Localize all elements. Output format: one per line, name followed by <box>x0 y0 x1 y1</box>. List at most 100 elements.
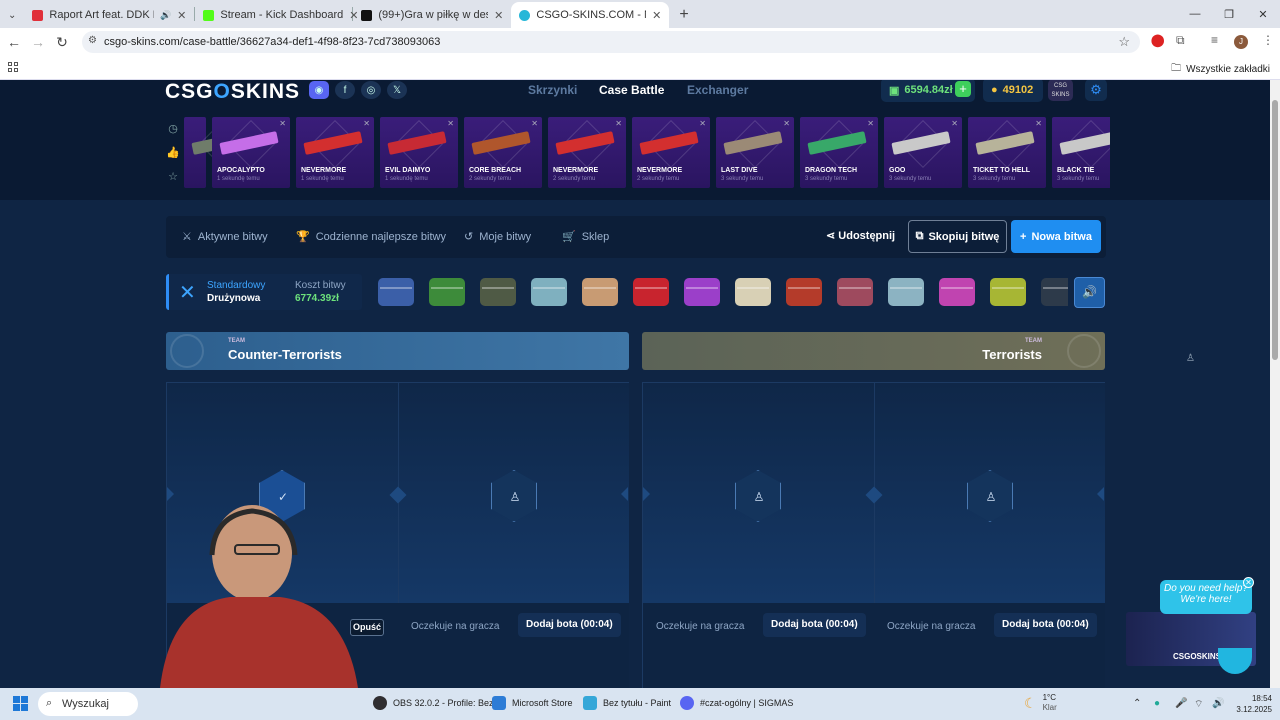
clock-icon[interactable]: ◷ <box>166 122 180 135</box>
opera-extension-icon[interactable]: ⬤ <box>1151 33 1164 47</box>
battle-case-image[interactable] <box>378 278 414 306</box>
battle-case-image[interactable] <box>429 278 465 306</box>
user-avatar[interactable]: CSG SKINS <box>1048 80 1073 101</box>
my-battles-tab[interactable]: ↺ Moje bitwy <box>464 230 531 244</box>
new-tab-icon[interactable]: + <box>669 2 698 28</box>
speaker-icon[interactable]: 🔊 <box>160 10 171 21</box>
battle-case-image[interactable] <box>735 278 771 306</box>
live-drop-card[interactable]: ✕ DRAGON TECH 3 sekundy temu <box>800 117 878 188</box>
page-scrollbar[interactable] <box>1270 80 1280 688</box>
share-button[interactable]: ⋖ Udostępnij <box>826 229 895 242</box>
wifi-icon[interactable]: ⌔ <box>1194 698 1203 711</box>
daily-best-tab[interactable]: 🏆 Codzienne najlepsze bitwy <box>296 230 446 244</box>
nav-case-battle[interactable]: Case Battle <box>599 83 664 97</box>
tray-chevron-icon[interactable]: ⌃ <box>1133 698 1141 709</box>
menu-icon[interactable]: ⋮ <box>1262 33 1274 47</box>
live-drop-card[interactable]: ✕ GOO 3 sekundy temu <box>884 117 962 188</box>
battle-case-image[interactable] <box>939 278 975 306</box>
copy-battle-button[interactable]: ⧉ Skopiuj bitwę <box>908 220 1007 253</box>
battle-case-image[interactable] <box>786 278 822 306</box>
close-window-icon[interactable]: ✕ <box>1246 0 1280 28</box>
extensions-icon[interactable]: ⧉ <box>1176 33 1185 48</box>
live-drop-card[interactable]: ✕ NEVERMORE 1 sekundę temu <box>296 117 374 188</box>
deposit-button[interactable]: + <box>955 81 971 97</box>
microphone-icon[interactable]: 🎤 <box>1175 698 1187 709</box>
live-drop-card[interactable]: ✕ LAST DIVE 3 sekundy temu <box>716 117 794 188</box>
browser-tab-1[interactable]: Raport Art feat. DDK RPK & 🔊 ✕ <box>24 2 194 28</box>
taskbar-app-obs[interactable]: OBS 32.0.2 - Profile: Bez <box>373 696 494 710</box>
maximize-icon[interactable]: ❐ <box>1212 0 1246 28</box>
close-tab-icon[interactable]: ✕ <box>494 9 503 22</box>
nav-skrzynki[interactable]: Skrzynki <box>528 83 577 97</box>
star-icon[interactable]: ☆ <box>166 170 180 183</box>
add-bot-button[interactable]: Dodaj bota (00:04) <box>518 613 621 637</box>
close-help-icon[interactable]: ✕ <box>1243 577 1254 588</box>
volume-icon[interactable]: 🔊 <box>1212 698 1224 709</box>
browser-tab-4[interactable]: CSGO-SKINS.COM - Najlepsze ✕ <box>511 2 670 28</box>
battle-case-image[interactable] <box>1041 278 1068 306</box>
battle-case-image[interactable] <box>684 278 720 306</box>
tab-search-icon[interactable]: ⌄ <box>0 2 24 28</box>
instagram-icon[interactable]: ◎ <box>361 81 381 99</box>
minimize-icon[interactable]: — <box>1178 0 1212 28</box>
battle-case-image[interactable] <box>837 278 873 306</box>
reload-icon[interactable]: ↻ <box>50 34 74 51</box>
x-twitter-icon[interactable]: 𝕏 <box>387 81 407 99</box>
thumbs-up-icon[interactable]: 👍 <box>166 146 180 159</box>
live-drop-card[interactable]: ✕ NEVERMORE 2 sekundy temu <box>632 117 710 188</box>
live-drop-card[interactable]: ✕ TICKET TO HELL 3 sekundy temu <box>968 117 1046 188</box>
battle-case-image[interactable] <box>888 278 924 306</box>
live-drop-card[interactable]: ✕ CORE BREACH 2 sekundy temu <box>464 117 542 188</box>
coins-balance[interactable]: ● 49102 <box>983 80 1043 102</box>
discord-icon[interactable]: ◉ <box>309 81 329 99</box>
url-text: csgo-skins.com/case-battle/36627a34-def1… <box>104 36 441 48</box>
forward-icon[interactable]: → <box>26 34 50 50</box>
all-bookmarks[interactable]: 🗀 Wszystkie zakładki <box>1171 61 1270 78</box>
close-tab-icon[interactable]: ✕ <box>652 9 661 22</box>
active-battles-tab[interactable]: ⚔ Aktywne bitwy <box>182 230 268 244</box>
add-bot-button[interactable]: Dodaj bota (00:04) <box>763 613 866 637</box>
chat-widget-icon[interactable] <box>1218 648 1252 674</box>
live-drop-card[interactable] <box>184 117 251 188</box>
nav-exchanger[interactable]: Exchanger <box>687 83 748 97</box>
windows-start-icon[interactable] <box>13 696 29 712</box>
live-drop-card[interactable]: ✕ APOCALYPTO 1 sekundę temu <box>212 117 290 188</box>
browser-tab-3[interactable]: (99+)Gra w piłkę w deszczu? Za ✕ <box>353 2 511 28</box>
taskbar-app-discord[interactable]: #czat-ogólny | SIGMAS <box>680 696 793 710</box>
battle-case-image[interactable] <box>633 278 669 306</box>
bookmark-star-icon[interactable]: ☆ <box>1118 34 1130 50</box>
browser-tab-2[interactable]: Stream - Kick Dashboard ✕ <box>195 2 359 28</box>
live-drop-card[interactable]: ✕ EVIL DAIMYO 1 sekundę temu <box>380 117 458 188</box>
profile-avatar[interactable]: J <box>1234 35 1248 49</box>
new-battle-button[interactable]: + Nowa bitwa <box>1011 220 1101 253</box>
taskbar-app-store[interactable]: Microsoft Store <box>492 696 573 710</box>
site-logo[interactable]: CSGOSKINS <box>165 80 300 104</box>
battle-case-image[interactable] <box>582 278 618 306</box>
battle-case-image[interactable] <box>480 278 516 306</box>
scroll-thumb[interactable] <box>1272 100 1278 360</box>
network-app-icon[interactable]: ● <box>1154 698 1160 709</box>
close-tab-icon[interactable]: ✕ <box>177 9 186 22</box>
live-drop-card[interactable]: ✕BLACK TIE3 sekundy temu <box>1052 117 1110 188</box>
apps-grid-icon[interactable] <box>8 62 18 72</box>
battle-case-image[interactable] <box>990 278 1026 306</box>
help-bubble[interactable]: Do you need help? We're here! <box>1160 580 1252 614</box>
drop-time: 1 sekundę temu <box>385 176 428 182</box>
sound-toggle-icon[interactable]: 🔊 <box>1074 277 1105 308</box>
taskbar-clock[interactable]: 18:54 3.12.2025 <box>1236 693 1272 715</box>
url-field[interactable]: ⚙ csgo-skins.com/case-battle/36627a34-de… <box>82 31 1140 53</box>
back-icon[interactable]: ← <box>2 34 26 50</box>
site-info-icon[interactable]: ⚙ <box>88 35 97 46</box>
weather-widget[interactable]: ☾ 1°C Klar <box>1024 693 1057 713</box>
settings-gear-icon[interactable]: ⚙ <box>1085 80 1107 101</box>
drop-name: TICKET TO HELL <box>973 167 1031 174</box>
weather-temp: 1°C <box>1042 693 1056 702</box>
facebook-icon[interactable]: f <box>335 81 355 99</box>
add-bot-button[interactable]: Dodaj bota (00:04) <box>994 613 1097 637</box>
media-icon[interactable]: ≡ <box>1211 33 1218 47</box>
live-drop-card[interactable]: ✕ NEVERMORE 2 sekundy temu <box>548 117 626 188</box>
battle-case-image[interactable] <box>531 278 567 306</box>
shop-tab[interactable]: 🛒 Sklep <box>562 230 609 244</box>
taskbar-search[interactable]: ⌕ Wyszukaj <box>38 692 138 716</box>
taskbar-app-paint[interactable]: Bez tytułu - Paint <box>583 696 671 710</box>
